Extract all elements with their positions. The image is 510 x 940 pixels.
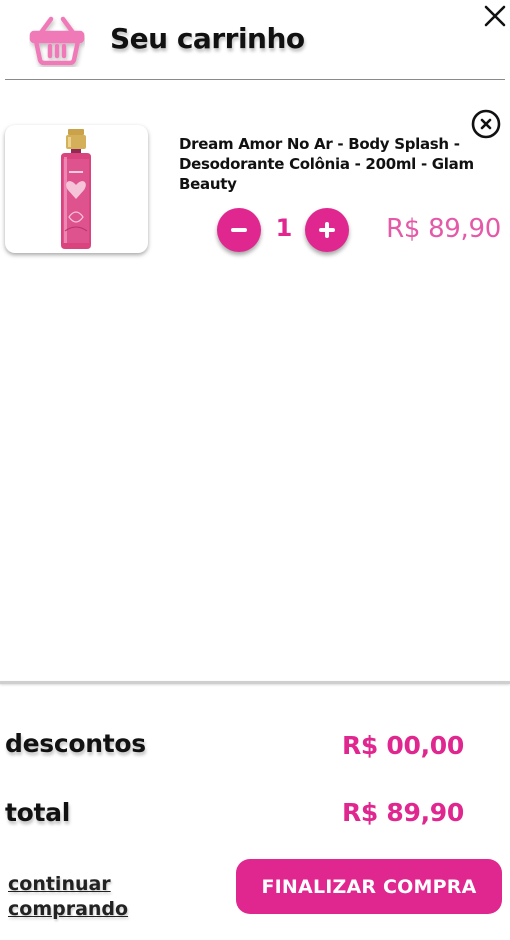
header-divider	[5, 79, 505, 80]
continue-shopping-line2: comprando	[8, 898, 129, 920]
cart-header: Seu carrinho	[0, 0, 510, 80]
remove-circle-icon[interactable]	[470, 108, 502, 140]
minus-icon	[231, 228, 247, 232]
footer-divider	[0, 681, 510, 684]
quantity-value: 1	[275, 214, 293, 242]
close-icon[interactable]	[482, 3, 508, 29]
increase-quantity-button[interactable]	[305, 208, 349, 252]
total-label: total	[5, 798, 71, 827]
discounts-value: R$ 00,00	[341, 731, 464, 760]
product-name: Dream Amor No Ar - Body Splash - Desodor…	[179, 135, 474, 193]
page-title: Seu carrinho	[110, 22, 305, 55]
total-value: R$ 89,90	[341, 798, 464, 827]
cart-page: Seu carrinho Dream Amor No Ar - Body Spl…	[0, 0, 510, 940]
discounts-label: descontos	[5, 729, 146, 758]
item-price: R$ 89,90	[386, 214, 501, 244]
decrease-quantity-button[interactable]	[217, 208, 261, 252]
continue-shopping-line1: continuar	[8, 873, 111, 895]
product-image	[61, 129, 91, 249]
checkout-button[interactable]: FINALIZAR COMPRA	[236, 859, 502, 914]
product-thumbnail-card[interactable]	[5, 125, 148, 253]
shopping-basket-icon	[29, 16, 85, 66]
continue-shopping-link[interactable]: continuar comprando	[5, 872, 145, 922]
